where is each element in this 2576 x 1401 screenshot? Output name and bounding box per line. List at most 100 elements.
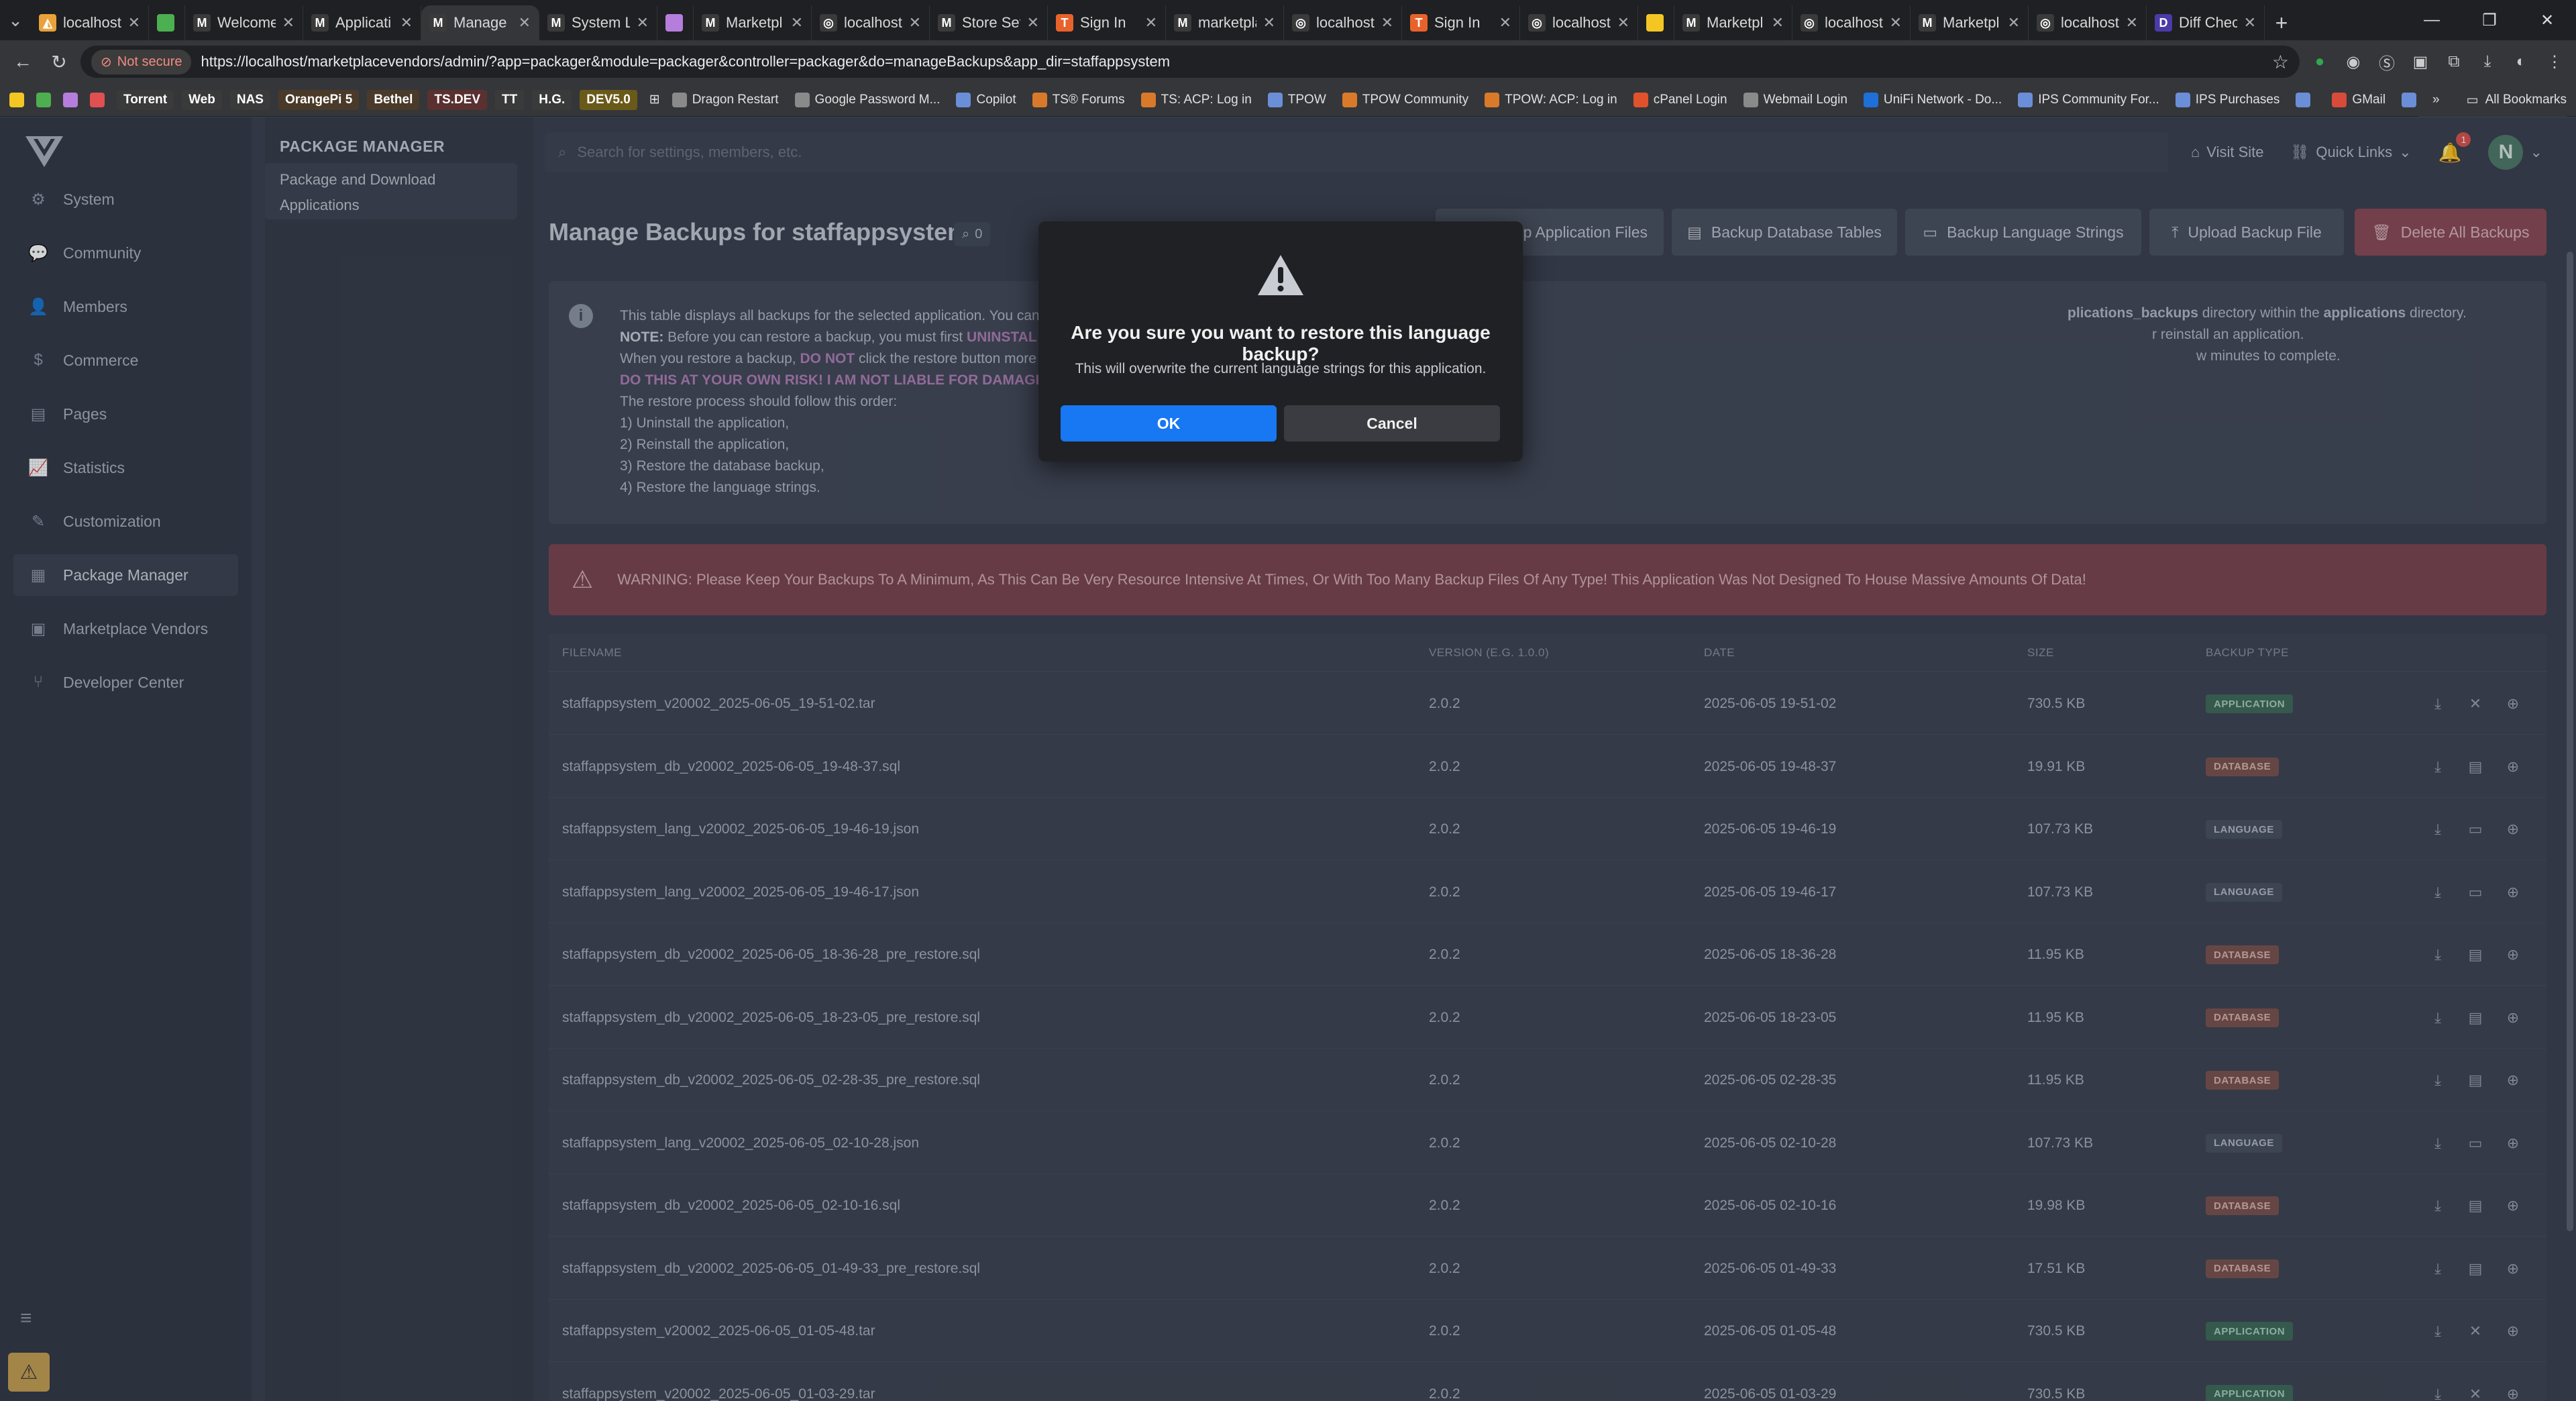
bookmark-favicon-icon: [794, 92, 810, 107]
tab-close-icon[interactable]: ✕: [282, 14, 294, 32]
browser-menu-icon[interactable]: ⋮: [2541, 48, 2568, 75]
tab-search-chevron-icon[interactable]: ⌄: [0, 0, 31, 40]
bookmark-link[interactable]: Copilot: [956, 92, 1016, 107]
bookmark-favicon-icon: [1267, 92, 1283, 107]
extensions-puzzle-icon[interactable]: ⧉: [2440, 48, 2467, 75]
bookmark-link[interactable]: IPS Community For...: [2018, 92, 2159, 107]
bookmark-link[interactable]: TS: ACP: Log in: [1140, 92, 1252, 107]
tab-close-icon[interactable]: ✕: [2008, 14, 2020, 32]
bookmark-link[interactable]: IPS Purchases: [2175, 92, 2279, 107]
bookmark-label: UniFi Network - Do...: [1883, 92, 2002, 107]
bookmark-folder[interactable]: OrangePi 5: [278, 89, 360, 110]
bookmark-folder[interactable]: TT: [495, 89, 525, 110]
browser-tab[interactable]: M Manage I ✕: [421, 5, 539, 40]
browser-tab[interactable]: Mmarketpla ✕: [1166, 5, 1284, 40]
new-tab-button[interactable]: +: [2265, 5, 2298, 40]
tab-close-icon[interactable]: ✕: [637, 14, 649, 32]
bookmark-folder[interactable]: NAS: [229, 89, 270, 110]
bookmark-square-icon[interactable]: [9, 92, 24, 107]
bookmark-label: IPS Community For...: [2038, 92, 2159, 107]
bookmark-link[interactable]: TPOW: [1267, 92, 1326, 107]
bookmark-folder[interactable]: Web: [182, 89, 222, 110]
browser-tab[interactable]: T Sign In ✕: [1048, 5, 1166, 40]
bookmark-folder[interactable]: DEV5.0: [580, 89, 637, 110]
ok-button[interactable]: OK: [1061, 405, 1277, 442]
reload-icon[interactable]: ↻: [44, 47, 74, 76]
profile-icon[interactable]: ◐: [2508, 48, 2534, 75]
bookmark-link[interactable]: GMail: [2332, 92, 2385, 107]
tab-close-icon[interactable]: ✕: [1263, 14, 1275, 32]
browser-tab[interactable]: [149, 5, 185, 40]
browser-tab[interactable]: M Marketpl ✕: [694, 5, 812, 40]
restore-icon[interactable]: ❐: [2461, 0, 2518, 40]
tab-close-icon[interactable]: ✕: [1499, 14, 1511, 32]
browser-tab[interactable]: T Sign In ✕: [1402, 5, 1520, 40]
download-icon[interactable]: ⤓: [2474, 48, 2501, 75]
cancel-button[interactable]: Cancel: [1284, 405, 1500, 442]
bookmark-link[interactable]: [2296, 92, 2316, 107]
not-secure-chip[interactable]: ⊘ Not secure: [91, 49, 192, 74]
bookmark-link[interactable]: Google Password M...: [794, 92, 940, 107]
tab-close-icon[interactable]: ✕: [2244, 14, 2256, 32]
tab-close-icon[interactable]: ✕: [791, 14, 803, 32]
browser-tab[interactable]: ◎ localhost ✕: [812, 5, 930, 40]
url-text[interactable]: https://localhost/marketplacevendors/adm…: [201, 53, 2262, 70]
bookmark-folder[interactable]: TS.DEV: [427, 89, 488, 110]
tab-close-icon[interactable]: ✕: [1617, 14, 1629, 32]
bookmark-link[interactable]: cPanel Login: [1633, 92, 1727, 107]
bookmark-link[interactable]: Webmail Login: [1743, 92, 1847, 107]
browser-tab[interactable]: D Diff Chec ✕: [2147, 5, 2265, 40]
bookmark-link[interactable]: Dragon Restart: [672, 92, 779, 107]
bookmark-square-icon[interactable]: [36, 92, 51, 107]
close-window-icon[interactable]: ✕: [2518, 0, 2576, 40]
tab-close-icon[interactable]: ✕: [1772, 14, 1784, 32]
browser-tab[interactable]: ◭ localhost ✕: [31, 5, 149, 40]
omnibox[interactable]: ⊘ Not secure https://localhost/marketplac…: [80, 46, 2300, 78]
browser-tab[interactable]: ◎ localhost ✕: [1792, 5, 1911, 40]
extension-icon[interactable]: Ⓢ: [2373, 48, 2400, 75]
bookmark-link[interactable]: UniFi Network - Do...: [1863, 92, 2002, 107]
bookmarks-bar: Torrent Web NAS OrangePi 5 Bethel TS.DEV TT H.G…: [0, 83, 2576, 117]
browser-tab[interactable]: [657, 5, 694, 40]
minimize-icon[interactable]: —: [2403, 0, 2461, 40]
browser-tab[interactable]: [1638, 5, 1674, 40]
tab-close-icon[interactable]: ✕: [1381, 14, 1393, 32]
browser-tab[interactable]: M Applicati ✕: [303, 5, 421, 40]
tab-close-icon[interactable]: ✕: [1890, 14, 1902, 32]
extension-icon[interactable]: ●: [2306, 48, 2333, 75]
bookmark-favicon-icon: [672, 92, 687, 107]
tab-close-icon[interactable]: ✕: [1145, 14, 1157, 32]
browser-tab[interactable]: M System L ✕: [539, 5, 657, 40]
tab-close-icon[interactable]: ✕: [128, 14, 140, 32]
tab-favicon-icon: M: [1682, 14, 1700, 32]
bookmark-link[interactable]: TPOW Community: [1342, 92, 1468, 107]
extension-icon[interactable]: ▣: [2407, 48, 2434, 75]
bookmark-square-icon[interactable]: [63, 92, 78, 107]
bookmark-label: Copilot: [976, 92, 1016, 107]
all-bookmarks[interactable]: » ▭ All Bookmarks: [2419, 83, 2567, 117]
browser-tab[interactable]: ◎ localhost ✕: [1520, 5, 1638, 40]
bookmark-link[interactable]: TS® Forums: [1032, 92, 1125, 107]
tab-close-icon[interactable]: ✕: [400, 14, 413, 32]
overflow-chevron-icon[interactable]: »: [2432, 93, 2440, 107]
bookmark-star-icon[interactable]: ☆: [2272, 51, 2289, 73]
tab-close-icon[interactable]: ✕: [909, 14, 921, 32]
apps-grid-icon[interactable]: ⊞: [649, 92, 660, 107]
tab-close-icon[interactable]: ✕: [1027, 14, 1039, 32]
tab-favicon-icon: ◎: [1801, 14, 1818, 32]
browser-tab[interactable]: M Marketpl ✕: [1674, 5, 1792, 40]
tab-close-icon[interactable]: ✕: [2126, 14, 2138, 32]
back-icon[interactable]: ←: [8, 47, 38, 76]
bookmark-link[interactable]: TPOW: ACP: Log in: [1485, 92, 1617, 107]
browser-tab[interactable]: M Store Set ✕: [930, 5, 1048, 40]
bookmark-folder[interactable]: Bethel: [367, 89, 420, 110]
browser-tab[interactable]: ◎ localhost ✕: [1284, 5, 1402, 40]
bookmark-folder[interactable]: Torrent: [117, 89, 174, 110]
browser-tab[interactable]: M Welcome ✕: [185, 5, 303, 40]
bookmark-square-icon[interactable]: [90, 92, 105, 107]
browser-tab[interactable]: ◎ localhost ✕: [2029, 5, 2147, 40]
extension-icon[interactable]: ◉: [2340, 48, 2367, 75]
tab-close-icon[interactable]: ✕: [519, 14, 531, 32]
bookmark-folder[interactable]: H.G.: [532, 89, 572, 110]
browser-tab[interactable]: M Marketpl ✕: [1911, 5, 2029, 40]
